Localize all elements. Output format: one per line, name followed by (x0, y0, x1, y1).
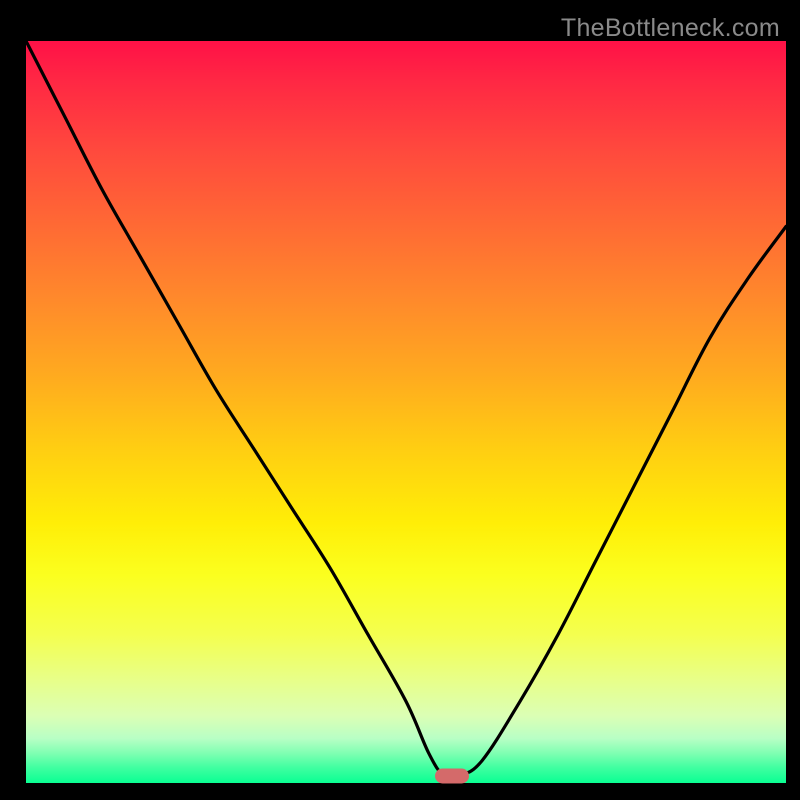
bottleneck-curve (26, 41, 786, 783)
chart-frame: TheBottleneck.com (8, 8, 792, 792)
minimum-marker (435, 768, 469, 783)
attribution-link[interactable]: TheBottleneck.com (561, 14, 780, 43)
